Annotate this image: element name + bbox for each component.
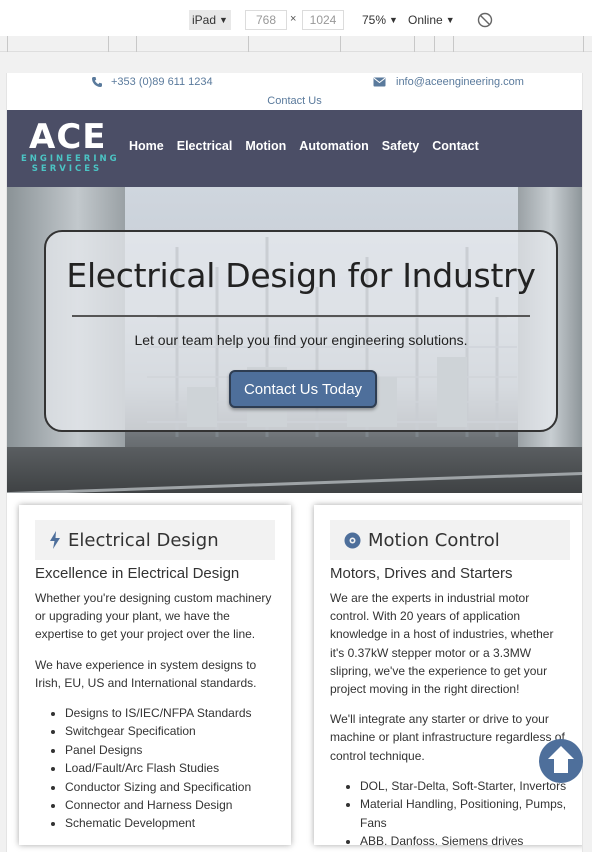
scroll-to-top-button[interactable] bbox=[539, 739, 583, 783]
list-item: Switchgear Specification bbox=[65, 722, 275, 740]
nav-motion[interactable]: Motion bbox=[245, 139, 286, 153]
chevron-down-icon: ▼ bbox=[219, 15, 228, 25]
email-contact[interactable]: info@aceengineering.com bbox=[373, 76, 524, 88]
card-header: Electrical Design bbox=[35, 520, 275, 560]
lightning-icon bbox=[49, 531, 61, 549]
chevron-down-icon: ▼ bbox=[445, 15, 455, 25]
hero-subtitle: Let our team help you find your engineer… bbox=[134, 332, 468, 348]
network-throttle-select[interactable]: Online ▼ bbox=[408, 10, 455, 30]
devtools-device-toolbar: iPad ▼ 768 × 1024 75% ▼ Online ▼ bbox=[0, 0, 592, 40]
envelope-icon bbox=[373, 77, 386, 87]
navbar: ACE ENGINEERING SERVICES Home Electrical… bbox=[7, 110, 582, 187]
phone-icon bbox=[92, 77, 102, 87]
card-title: Motion Control bbox=[368, 529, 500, 551]
zoom-select[interactable]: 75% ▼ bbox=[362, 10, 398, 30]
card-subtitle: Motors, Drives and Starters bbox=[330, 565, 513, 582]
hero-title: Electrical Design for Industry bbox=[66, 256, 536, 295]
card-paragraph: We have experience in system designs to … bbox=[35, 657, 257, 690]
list-item: Schematic Development bbox=[65, 814, 275, 832]
email-address: info@aceengineering.com bbox=[396, 76, 524, 88]
height-input[interactable]: 1024 bbox=[302, 10, 344, 30]
list-item: Panel Designs bbox=[65, 741, 275, 759]
nav-automation[interactable]: Automation bbox=[299, 139, 368, 153]
phone-contact[interactable]: +353 (0)89 611 1234 bbox=[91, 76, 213, 88]
arrow-up-icon bbox=[548, 746, 574, 773]
service-card-motion: Motion Control Motors, Drives and Starte… bbox=[314, 505, 582, 845]
device-select[interactable]: iPad ▼ bbox=[189, 10, 231, 30]
logo-tagline-2: SERVICES bbox=[31, 164, 103, 174]
rotate-icon[interactable] bbox=[477, 12, 493, 28]
service-card-electrical: Electrical Design Excellence in Electric… bbox=[19, 505, 291, 845]
list-item: Connector and Harness Design bbox=[65, 796, 275, 814]
media-query-ruler bbox=[0, 36, 592, 52]
contact-topbar: +353 (0)89 611 1234 info@aceengineering.… bbox=[7, 73, 582, 110]
logo-wordmark: ACE bbox=[29, 117, 107, 157]
services-section: Electrical Design Excellence in Electric… bbox=[7, 493, 582, 852]
zoom-select-value: 75% bbox=[362, 13, 387, 27]
card-paragraph: We'll integrate any starter or drive to … bbox=[330, 712, 565, 763]
list-item: Load/Fault/Arc Flash Studies bbox=[65, 759, 275, 777]
nav-contact[interactable]: Contact bbox=[432, 139, 479, 153]
logo[interactable]: ACE ENGINEERING SERVICES bbox=[21, 117, 120, 174]
network-select-value: Online bbox=[408, 13, 443, 27]
main-nav: Home Electrical Motion Automation Safety… bbox=[129, 139, 479, 153]
hero-divider bbox=[72, 315, 530, 317]
logo-tagline-1: ENGINEERING bbox=[21, 154, 120, 164]
contact-us-link[interactable]: Contact Us bbox=[7, 95, 582, 107]
emulated-page: +353 (0)89 611 1234 info@aceengineering.… bbox=[6, 73, 583, 852]
hero-card: Electrical Design for Industry Let our t… bbox=[44, 230, 558, 432]
nav-safety[interactable]: Safety bbox=[382, 139, 420, 153]
list-item: DOL, Star-Delta, Soft-Starter, Invertors bbox=[360, 777, 570, 795]
hero-background-ground bbox=[7, 447, 582, 493]
width-input[interactable]: 768 bbox=[245, 10, 287, 30]
list-item: Material Handling, Positioning, Pumps, F… bbox=[360, 795, 570, 832]
hero-banner: Electrical Design for Industry Let our t… bbox=[7, 187, 582, 493]
card-list: DOL, Star-Delta, Soft-Starter, Invertors… bbox=[330, 777, 570, 845]
card-paragraph: We are the experts in industrial motor c… bbox=[330, 591, 554, 697]
contact-us-today-button[interactable]: Contact Us Today bbox=[229, 370, 377, 408]
nav-electrical[interactable]: Electrical bbox=[177, 139, 233, 153]
chevron-down-icon: ▼ bbox=[389, 15, 398, 25]
nav-home[interactable]: Home bbox=[129, 139, 164, 153]
list-item: Conductor Sizing and Specification bbox=[65, 778, 275, 796]
device-select-value: iPad bbox=[192, 13, 217, 27]
list-item: ABB, Danfoss, Siemens drives bbox=[360, 832, 570, 845]
card-list: Designs to IS/IEC/NFPA Standards Switchg… bbox=[35, 704, 275, 833]
card-title: Electrical Design bbox=[68, 529, 219, 551]
phone-number: +353 (0)89 611 1234 bbox=[111, 76, 213, 88]
times-separator: × bbox=[290, 13, 297, 25]
card-header: Motion Control bbox=[330, 520, 570, 560]
card-subtitle: Excellence in Electrical Design bbox=[35, 565, 240, 582]
list-item: Designs to IS/IEC/NFPA Standards bbox=[65, 704, 275, 722]
card-paragraph: Whether you're designing custom machiner… bbox=[35, 591, 272, 642]
disc-icon bbox=[344, 532, 361, 549]
